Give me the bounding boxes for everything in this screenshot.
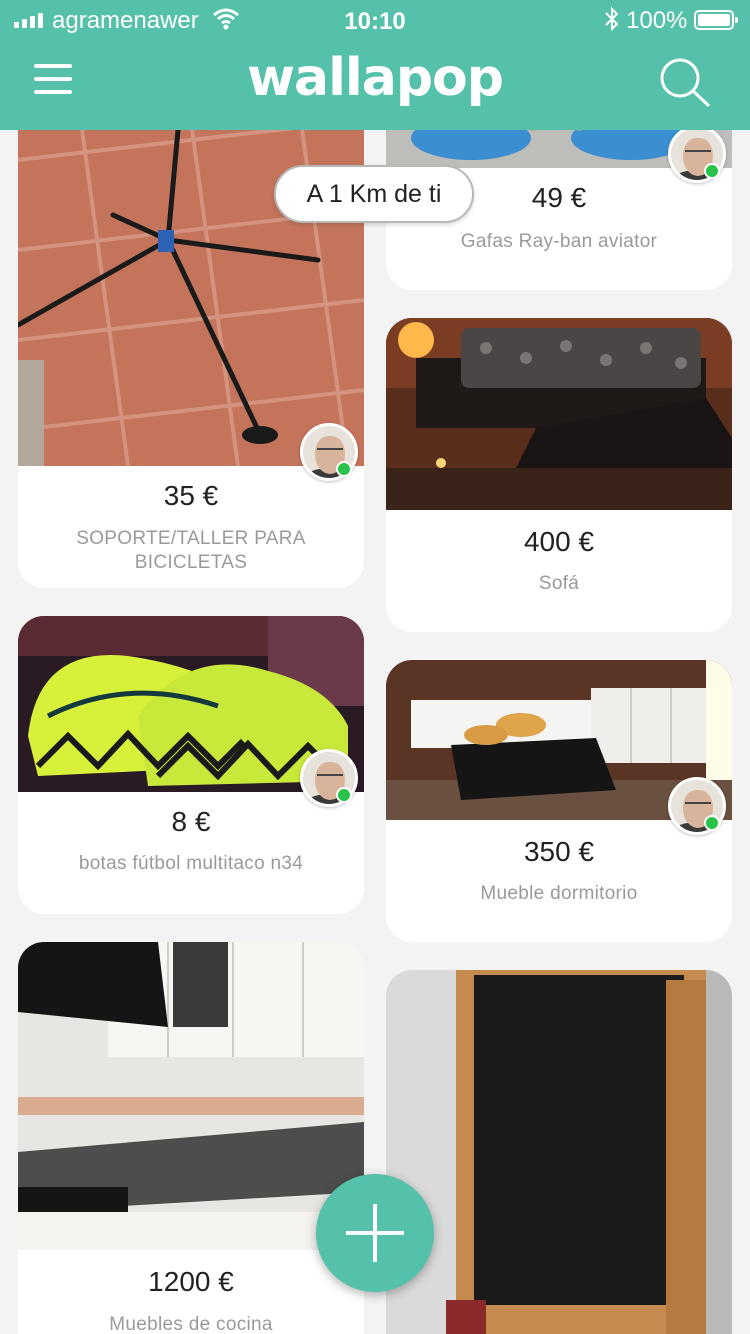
wallapop-logo: wallapop [246, 48, 504, 108]
search-icon[interactable] [656, 56, 712, 108]
top-bar: agramenawer 10:10 100% wallapop [0, 0, 750, 130]
product-price: 8 € [171, 806, 211, 837]
product-card[interactable]: 350 € Mueble dormitorio [386, 660, 732, 942]
product-image [18, 942, 364, 1250]
online-status-icon [704, 163, 720, 179]
add-product-button[interactable] [316, 1174, 434, 1292]
product-image [18, 100, 364, 466]
product-title: Gafas Ray-ban aviator [460, 231, 658, 252]
product-image [386, 318, 732, 510]
online-status-icon [336, 787, 352, 803]
product-card[interactable]: 1200 € Muebles de cocina [18, 942, 364, 1334]
product-title: Sofá [538, 573, 580, 594]
product-title: Mueble dormitorio [480, 883, 638, 904]
battery-icon [694, 10, 738, 30]
product-image [386, 970, 732, 1334]
online-status-icon [704, 815, 720, 831]
product-price: 35 € [163, 480, 219, 511]
product-title: botas fútbol multitaco n34 [78, 853, 304, 874]
product-price: 400 € [523, 526, 595, 557]
product-card[interactable]: 400 € Sofá [386, 318, 732, 632]
product-card[interactable] [386, 970, 732, 1334]
product-title: SOPORTE/TALLER PARA BICICLETAS [76, 528, 306, 573]
battery-percentage: 100% [626, 7, 688, 34]
product-title: Muebles de cocina [109, 1314, 273, 1334]
product-card[interactable]: 8 € botas fútbol multitaco n34 [18, 616, 364, 914]
online-status-icon [336, 461, 352, 477]
bluetooth-icon [605, 6, 619, 32]
status-bar: agramenawer 10:10 100% [0, 0, 750, 42]
distance-filter-pill[interactable]: A 1 Km de ti [274, 165, 474, 223]
product-price: 350 € [523, 836, 595, 867]
product-price: 1200 € [148, 1266, 234, 1297]
